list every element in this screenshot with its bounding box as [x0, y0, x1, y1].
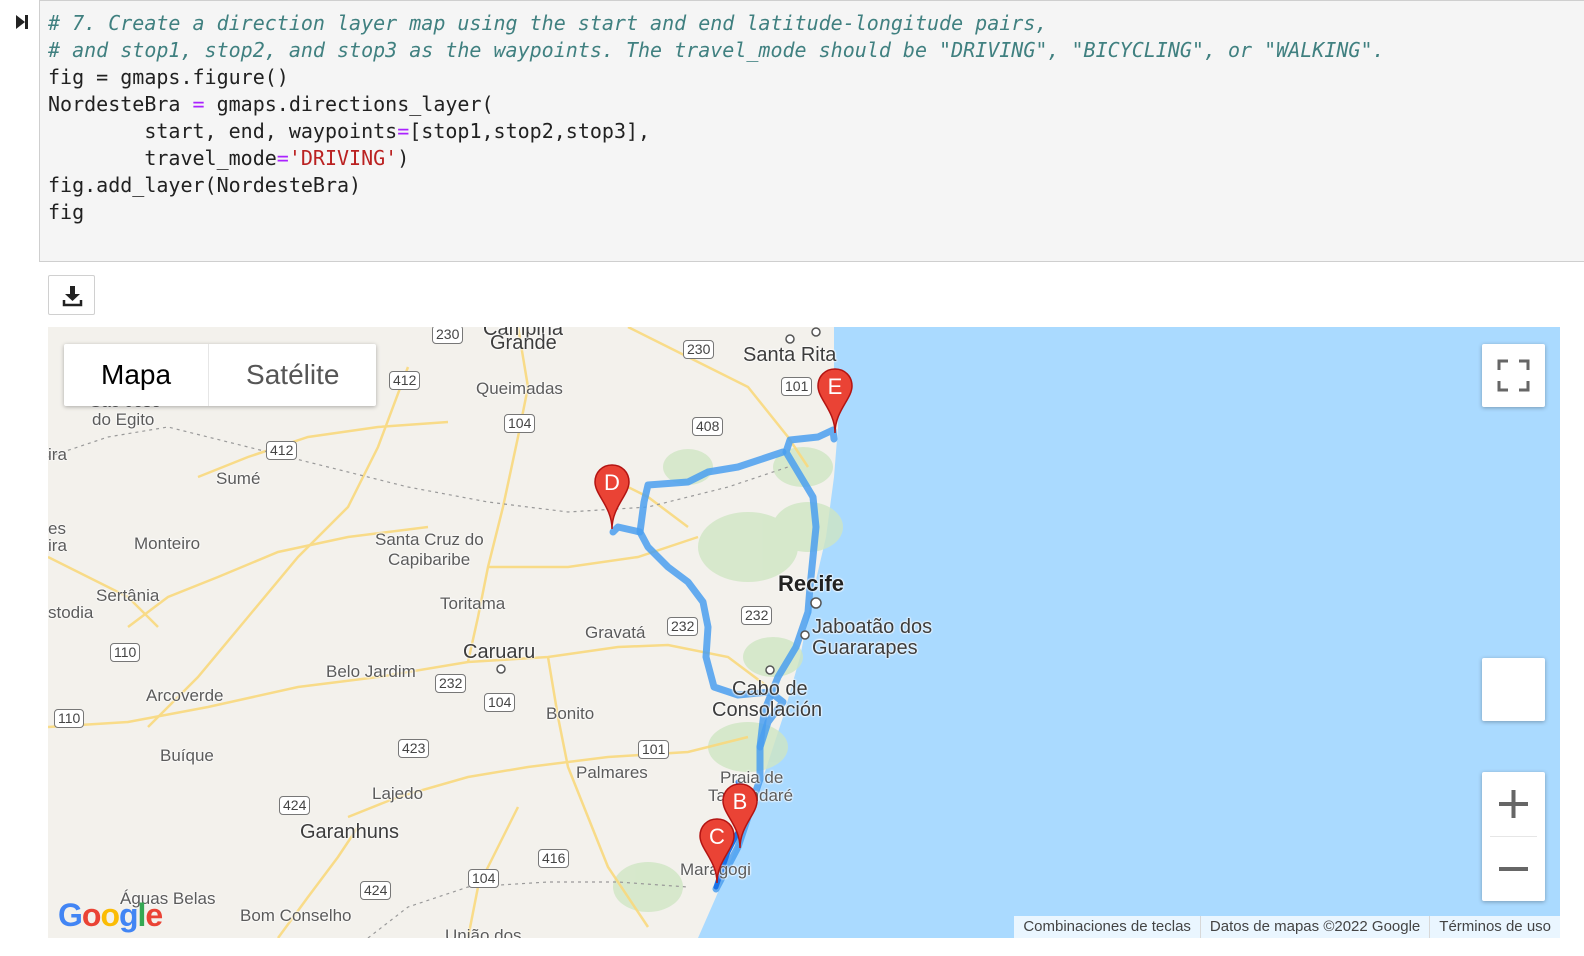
- map-type-satellite-button[interactable]: Satélite: [209, 344, 376, 406]
- highway-shield: 104: [484, 693, 516, 712]
- highway-shield: 424: [360, 881, 392, 900]
- fullscreen-icon: [1497, 359, 1530, 392]
- place-label: Toritama: [440, 594, 506, 613]
- map-marker-e[interactable]: E: [816, 367, 854, 435]
- place-label: Santa Rita: [743, 344, 837, 366]
- place-label: Bom Conselho: [240, 906, 352, 925]
- highway-shield: 232: [435, 674, 467, 693]
- keyboard-shortcuts-link[interactable]: Combinaciones de teclas: [1014, 916, 1200, 938]
- place-label: Recife: [778, 571, 845, 596]
- code-operator: =: [397, 119, 410, 143]
- terms-link[interactable]: Términos de uso: [1429, 916, 1560, 938]
- minus-icon: [1499, 867, 1528, 871]
- place-label: Caruaru: [463, 641, 536, 663]
- code-line: fig: [48, 200, 85, 224]
- code-string: 'DRIVING': [288, 146, 398, 170]
- code-text: gmaps.directions_layer(: [204, 92, 494, 116]
- map-data-credit: Datos de mapas ©2022 Google: [1199, 916, 1429, 938]
- fullscreen-button[interactable]: [1482, 344, 1545, 407]
- highway-shield: 101: [638, 740, 670, 759]
- place-label: do Egito: [92, 410, 155, 429]
- code-text: start, end, waypoints: [48, 119, 398, 143]
- place-label: Gravatá: [585, 623, 646, 642]
- highway-shield: 424: [279, 796, 311, 815]
- place-label: Jaboatão dos: [812, 616, 933, 638]
- download-icon: [62, 286, 83, 307]
- place-label: Capibaribe: [388, 550, 471, 569]
- place-label: Queimadas: [476, 379, 563, 398]
- place-label: Consolación: [712, 699, 823, 721]
- code-text: [stop1,stop2,stop3],: [409, 119, 651, 143]
- map-marker-c[interactable]: C: [698, 817, 736, 885]
- place-label: es: [48, 519, 66, 538]
- place-label: União dos: [445, 926, 522, 938]
- place-label: Monteiro: [134, 534, 201, 553]
- code-operator: =: [276, 146, 289, 170]
- code-cell[interactable]: # 7. Create a direction layer map using …: [39, 0, 1584, 262]
- marker-label: D: [604, 470, 620, 495]
- zoom-in-button[interactable]: [1482, 772, 1545, 836]
- street-view-button[interactable]: [1482, 658, 1545, 721]
- place-label: Sumé: [216, 469, 261, 488]
- highway-shield: 104: [504, 414, 536, 433]
- map-attribution-bar: Combinaciones de teclas Datos de mapas ©…: [1014, 916, 1560, 938]
- place-label: Palmares: [576, 763, 648, 782]
- place-label: Grande: [490, 332, 557, 354]
- highway-shield: 408: [692, 417, 724, 436]
- code-line: fig.add_layer(NordesteBra): [48, 173, 362, 197]
- place-label: ira: [48, 536, 67, 555]
- place-label: ira: [48, 445, 67, 464]
- code-operator: =: [192, 92, 205, 116]
- highway-shield: 412: [389, 371, 421, 390]
- place-label: Garanhuns: [300, 821, 399, 843]
- map-type-control: Mapa Satélite: [64, 344, 377, 406]
- zoom-control: [1482, 772, 1545, 901]
- place-label: Cabo de: [732, 678, 808, 700]
- plus-icon: [1499, 790, 1528, 818]
- highway-shield: 104: [468, 869, 500, 888]
- highway-shield: 423: [398, 739, 430, 758]
- code-text: NordesteBra: [48, 92, 193, 116]
- google-logo: Google: [58, 897, 163, 933]
- highway-shield: 230: [683, 340, 715, 359]
- place-label: Guararapes: [812, 637, 918, 659]
- download-button[interactable]: [48, 275, 95, 315]
- run-cell-icon[interactable]: [12, 10, 32, 34]
- place-label: Santa Cruz do: [375, 530, 484, 549]
- highway-shield: 232: [741, 606, 773, 625]
- code-editor[interactable]: # 7. Create a direction layer map using …: [48, 10, 1385, 226]
- highway-shield: 412: [266, 441, 298, 460]
- map-type-map-button[interactable]: Mapa: [64, 344, 208, 406]
- map-widget[interactable]: Campina Grande Santa Rita Queimadas São …: [48, 327, 1560, 938]
- code-comment: # 7. Create a direction layer map using …: [48, 11, 1048, 35]
- zoom-out-button[interactable]: [1482, 837, 1545, 901]
- code-text: ): [397, 146, 410, 170]
- place-label: Lajedo: [372, 784, 424, 803]
- marker-label: C: [709, 824, 725, 849]
- highway-shield: 232: [667, 617, 699, 636]
- place-label: Sertânia: [96, 586, 160, 605]
- map-canvas[interactable]: [48, 327, 1560, 938]
- highway-shield: 110: [110, 643, 141, 662]
- highway-shield: 110: [54, 709, 85, 728]
- map-marker-d[interactable]: D: [593, 463, 631, 531]
- highway-shield: 230: [432, 327, 464, 344]
- code-comment: # and stop1, stop2, and stop3 as the way…: [48, 38, 1385, 62]
- highway-shield: 101: [781, 377, 813, 396]
- marker-label: B: [733, 789, 748, 814]
- code-text: travel_mode: [48, 146, 277, 170]
- place-label: Bonito: [546, 704, 595, 723]
- place-label: stodia: [48, 603, 94, 622]
- place-label: Belo Jardim: [326, 662, 416, 681]
- marker-label: E: [828, 374, 843, 399]
- place-label: Buíque: [160, 746, 214, 765]
- highway-shield: 416: [538, 849, 570, 868]
- place-label: Arcoverde: [146, 686, 224, 705]
- code-line: fig = gmaps.figure(): [48, 65, 289, 89]
